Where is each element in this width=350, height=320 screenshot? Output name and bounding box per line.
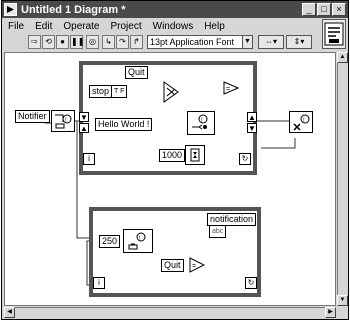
compare-function-bottom-icon[interactable]: = [189, 257, 205, 273]
diagram-window: Untitled 1 Diagram * _ □ × File Edit Ope… [1, 0, 349, 320]
quit-constant[interactable]: Quit [125, 66, 148, 79]
wait-on-notification-icon[interactable]: ! [123, 229, 153, 253]
menu-operate[interactable]: Operate [57, 21, 104, 32]
scroll-up-icon[interactable]: ▲ [337, 52, 348, 63]
menu-file[interactable]: File [2, 21, 29, 32]
step-over-icon[interactable]: ↷ [116, 35, 129, 49]
scroll-right-icon[interactable]: ▶ [325, 307, 336, 318]
menu-help[interactable]: Help [198, 21, 230, 32]
loop-condition-bottom[interactable]: ↻ [245, 277, 257, 289]
menu-windows[interactable]: Windows [147, 21, 199, 32]
select-function-icon[interactable] [163, 81, 179, 103]
font-select[interactable]: 13pt Application Font ▼ [147, 35, 253, 49]
window-title: Untitled 1 Diagram * [21, 3, 126, 16]
maximize-button[interactable]: □ [317, 3, 331, 16]
menu-edit[interactable]: Edit [29, 21, 57, 32]
send-notification-icon[interactable]: ! [187, 111, 215, 135]
svg-text:=: = [226, 86, 230, 93]
wait-timer-icon[interactable] [185, 145, 205, 165]
shift-register-right-top: ▲ [247, 112, 257, 122]
svg-text:=: = [192, 263, 196, 270]
release-notifier-icon[interactable]: ! [289, 111, 313, 133]
highlight-bulb-icon[interactable]: ◎ [86, 35, 99, 49]
hello-world-string[interactable]: Hello World ! [95, 118, 153, 131]
scroll-left-icon[interactable]: ◀ [4, 307, 15, 318]
minimize-button[interactable]: _ [302, 3, 316, 16]
step-out-icon[interactable]: ↱ [130, 35, 143, 49]
vertical-scrollbar[interactable]: ▲ ▼ [337, 52, 348, 306]
font-select-value: 13pt Application Font [150, 37, 235, 47]
iteration-terminal-top: i [83, 153, 95, 165]
shift-register-left-top: ▼ [79, 112, 89, 122]
notification-indicator[interactable]: abc [209, 225, 227, 238]
stop-label[interactable]: stop [89, 85, 113, 98]
scroll-down-icon[interactable]: ▼ [337, 295, 348, 306]
stop-control[interactable]: T F [111, 85, 128, 98]
step-into-icon[interactable]: ↳ [102, 35, 115, 49]
title-bar[interactable]: Untitled 1 Diagram * _ □ × [2, 1, 348, 18]
pause-icon[interactable]: ❚❚ [70, 35, 84, 49]
quit-constant-bottom[interactable]: Quit [161, 259, 184, 272]
create-notifier-icon[interactable]: ! [51, 110, 75, 132]
run-continuously-icon[interactable]: ⟲ [42, 35, 55, 49]
menu-bar: File Edit Operate Project Windows Help [2, 19, 348, 33]
run-arrow-icon[interactable]: ⇨ [28, 35, 41, 49]
loop-condition-top[interactable]: ↻ [239, 153, 251, 165]
wait-ms-constant-bottom[interactable]: 250 [99, 235, 121, 248]
block-diagram-canvas[interactable]: i ↻ ▼ ▲ ▲ ▼ Notifier ! Quit stop T F = !… [4, 52, 336, 306]
shift-register-left-2-top: ▲ [79, 123, 89, 133]
shift-register-right-2-top: ▼ [247, 123, 257, 133]
chevron-down-icon[interactable]: ▼ [242, 36, 252, 48]
iteration-terminal-bottom: i [93, 277, 105, 289]
menu-project[interactable]: Project [105, 21, 147, 32]
align-objects-dropdown[interactable]: ⇔▾ [258, 35, 284, 49]
close-button[interactable]: × [332, 3, 346, 16]
distribute-objects-dropdown[interactable]: ⇕▾ [286, 35, 312, 49]
abort-icon[interactable]: ● [56, 35, 69, 49]
compare-function-icon[interactable]: = [223, 81, 239, 95]
notifier-label[interactable]: Notifier [15, 110, 50, 123]
horizontal-scrollbar[interactable]: ◀ ▶ [4, 307, 336, 318]
toolbar: ⇨ ⟲ ● ❚❚ ◎ ↳ ↷ ↱ 13pt Application Font ▼… [2, 34, 348, 51]
app-icon[interactable] [4, 3, 17, 16]
wait-ms-constant[interactable]: 1000 [159, 149, 186, 162]
